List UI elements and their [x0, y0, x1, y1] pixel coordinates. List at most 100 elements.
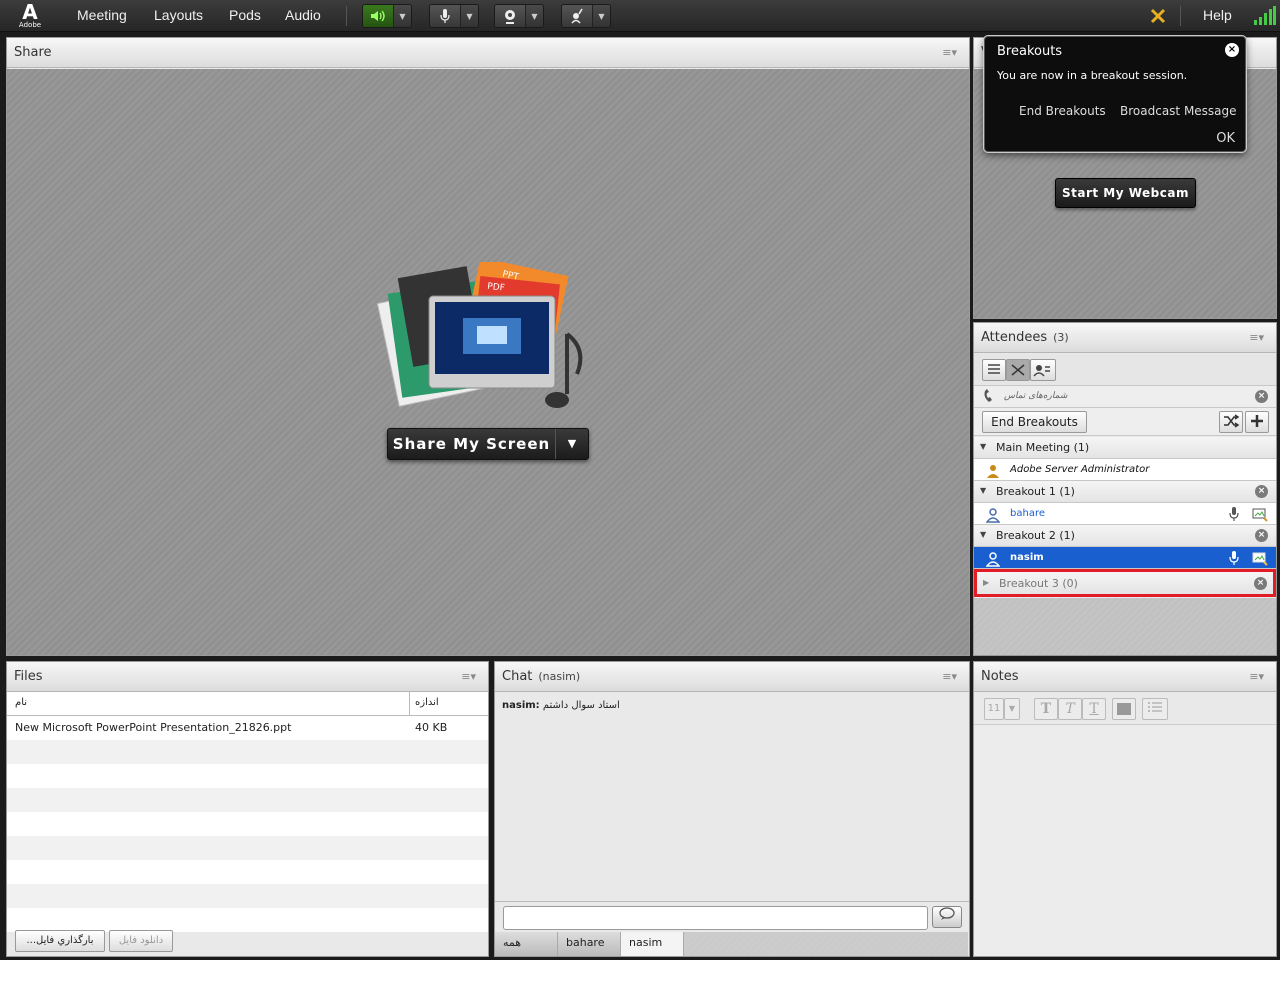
column-name[interactable]: نام: [15, 697, 27, 708]
table-row[interactable]: New Microsoft PowerPoint Presentation_21…: [7, 716, 488, 740]
microphone-icon[interactable]: [430, 5, 460, 27]
group-breakout-3[interactable]: ▶ Breakout 3 (0) ×: [974, 569, 1276, 597]
file-size: 40 KB: [415, 721, 448, 734]
files-pod-header: Files ≡▾: [7, 662, 488, 692]
notes-pod: Notes ≡▾ 11 ▼ T T T: [973, 661, 1277, 957]
logo-word: Adobe: [18, 21, 42, 29]
menu-separator-right: [1180, 6, 1181, 26]
share-dropdown-icon[interactable]: ▼: [556, 429, 588, 459]
menu-separator: [346, 6, 347, 26]
close-icon[interactable]: ×: [1254, 577, 1267, 590]
webcam-icon: [1252, 550, 1268, 569]
group-breakout-1[interactable]: ▼ Breakout 1 (1) ×: [974, 481, 1276, 503]
attendee-name: nasim: [1010, 552, 1044, 563]
webcam-dropdown[interactable]: ▼: [525, 5, 543, 27]
menu-pods[interactable]: Pods: [229, 7, 261, 23]
attendee-name: Adobe Server Administrator: [1010, 464, 1150, 475]
bullet-list-icon[interactable]: [1142, 698, 1168, 720]
menu-bar: A Adobe Meeting Layouts Pods Audio ▼ ▼ ▼: [0, 0, 1280, 32]
attendee-bahare[interactable]: bahare: [974, 503, 1276, 525]
chat-input[interactable]: [503, 906, 928, 930]
files-table-header: نام اندازه: [7, 692, 488, 716]
files-pod: Files ≡▾ نام اندازه New Microsoft PowerP…: [6, 661, 489, 957]
underline-icon[interactable]: T: [1082, 698, 1106, 720]
collapsed-icon[interactable]: ▶: [983, 578, 989, 587]
files-title: Files: [14, 669, 43, 684]
pod-menu-icon[interactable]: ≡▾: [942, 46, 957, 59]
start-webcam-button[interactable]: Start My Webcam: [1055, 178, 1196, 208]
tab-bahare[interactable]: bahare: [558, 932, 621, 956]
attendee-host[interactable]: Adobe Server Administrator: [974, 459, 1276, 481]
notes-title: Notes: [981, 669, 1019, 684]
end-breakouts-button[interactable]: End Breakouts: [982, 411, 1087, 433]
notes-pod-header: Notes ≡▾: [974, 662, 1276, 692]
logo-letter: A: [22, 0, 38, 24]
pod-menu-icon[interactable]: ≡▾: [1249, 670, 1264, 683]
speaker-icon[interactable]: [363, 5, 393, 27]
italic-icon[interactable]: T: [1058, 698, 1082, 720]
popup-ok-button[interactable]: OK: [1216, 131, 1235, 146]
close-icon[interactable]: ×: [1255, 529, 1268, 542]
tab-nasim[interactable]: nasim: [621, 932, 684, 956]
notes-editor[interactable]: [974, 724, 1276, 956]
pod-menu-icon[interactable]: ≡▾: [942, 670, 957, 683]
attendees-view-toolbar: [974, 354, 1276, 386]
breakouts-popup: Breakouts × You are now in a breakout se…: [984, 36, 1246, 152]
status-icon[interactable]: [1150, 8, 1166, 27]
expand-icon[interactable]: ▼: [980, 530, 986, 539]
pdf-label: PDF: [487, 282, 505, 294]
close-icon[interactable]: ×: [1255, 390, 1268, 403]
speaker-dropdown[interactable]: ▼: [393, 5, 411, 27]
shuffle-icon[interactable]: [1219, 411, 1243, 433]
breakout-view-icon[interactable]: [1006, 359, 1030, 381]
chat-pod-header: Chat (nasim) ≡▾: [495, 662, 969, 692]
popup-end-breakouts-link[interactable]: End Breakouts: [1019, 104, 1106, 118]
webcam-icon[interactable]: [495, 5, 525, 27]
webcam-control: ▼: [494, 4, 544, 28]
connection-signal-icon: [1254, 6, 1276, 29]
text-color-icon[interactable]: [1112, 698, 1136, 720]
group-breakout-2[interactable]: ▼ Breakout 2 (1) ×: [974, 525, 1276, 547]
upload-file-button[interactable]: ...بارگذاري فايل: [15, 930, 105, 952]
close-icon[interactable]: ×: [1255, 485, 1268, 498]
chat-sender: nasim:: [502, 700, 540, 711]
group-label: Breakout 2 (1): [996, 529, 1075, 542]
chat-text: استاد سوال داشتم: [542, 700, 620, 711]
attendee-nasim[interactable]: nasim: [974, 547, 1276, 569]
tab-everyone[interactable]: همه: [495, 932, 558, 956]
files-table: نام اندازه New Microsoft PowerPoint Pres…: [7, 692, 488, 932]
bold-icon[interactable]: T: [1034, 698, 1058, 720]
menu-help[interactable]: Help: [1203, 7, 1232, 23]
file-name: New Microsoft PowerPoint Presentation_21…: [15, 721, 292, 734]
download-file-button[interactable]: دانلود فايل: [109, 930, 173, 952]
raise-hand-dropdown[interactable]: ▼: [592, 5, 610, 27]
pod-menu-icon[interactable]: ≡▾: [461, 670, 476, 683]
microphone-icon: [1228, 506, 1240, 525]
close-icon[interactable]: ×: [1225, 43, 1239, 57]
host-user-icon: [986, 463, 999, 478]
phone-label: شماره‌های تماس: [1004, 391, 1068, 401]
microphone-icon: [1228, 550, 1240, 569]
pod-menu-icon[interactable]: ≡▾: [1249, 331, 1264, 344]
menu-meeting[interactable]: Meeting: [77, 7, 127, 23]
chevron-down-icon[interactable]: ▼: [1004, 698, 1020, 720]
role-view-icon[interactable]: [1030, 359, 1056, 381]
group-main-meeting[interactable]: ▼ Main Meeting (1): [974, 437, 1276, 459]
speaker-control: ▼: [362, 4, 412, 28]
column-size[interactable]: اندازه: [415, 697, 439, 708]
share-my-screen-button[interactable]: Share My Screen ▼: [387, 428, 589, 460]
menu-audio[interactable]: Audio: [285, 7, 321, 23]
list-view-icon[interactable]: [982, 359, 1006, 381]
font-size-select[interactable]: 11: [984, 698, 1004, 720]
menu-layouts[interactable]: Layouts: [154, 7, 203, 23]
microphone-dropdown[interactable]: ▼: [460, 5, 478, 27]
add-room-icon[interactable]: [1245, 411, 1269, 433]
share-pod-title: Share: [14, 45, 52, 60]
expand-icon[interactable]: ▼: [980, 486, 986, 495]
popup-broadcast-link[interactable]: Broadcast Message: [1120, 104, 1237, 118]
expand-icon[interactable]: ▼: [980, 442, 986, 451]
webcam-icon: [1252, 506, 1268, 525]
raise-hand-icon[interactable]: [562, 5, 592, 27]
microphone-control: ▼: [429, 4, 479, 28]
send-message-icon[interactable]: [932, 906, 962, 928]
